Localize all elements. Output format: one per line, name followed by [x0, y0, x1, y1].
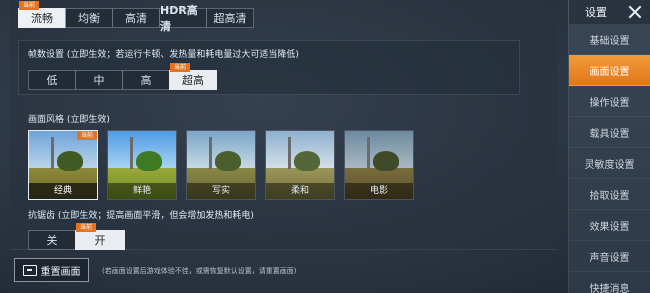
- tower-icon: [51, 137, 54, 169]
- sidebar-item-label: 快捷消息: [589, 283, 630, 293]
- quality-option-hd[interactable]: 高清: [112, 8, 160, 28]
- sidebar-item-label: 载具设置: [589, 128, 630, 140]
- sidebar-item-label: 效果设置: [589, 221, 630, 233]
- sidebar-item-controls[interactable]: 操作设置: [569, 86, 650, 117]
- style-thumb-label: 鲜艳: [108, 183, 176, 199]
- current-badge: 当前: [170, 63, 191, 72]
- style-thumb-label: 写实: [187, 183, 255, 199]
- sidebar-item-label: 声音设置: [589, 252, 630, 264]
- option-label: 高: [140, 74, 152, 87]
- style-thumbnails: 当前 经典 鲜艳 写实 柔和 电影: [28, 130, 423, 200]
- sidebar-item-graphics[interactable]: 画面设置: [569, 55, 650, 86]
- aa-option-off[interactable]: 关: [28, 230, 76, 250]
- option-label: 关: [46, 234, 58, 247]
- style-thumb-label: 经典: [29, 183, 97, 199]
- sidebar-item-label: 拾取设置: [589, 190, 630, 202]
- sidebar-item-label: 灵敏度设置: [584, 159, 635, 171]
- quality-option-smooth[interactable]: 当前 流畅: [18, 1, 66, 28]
- option-label: 超高清: [213, 12, 247, 25]
- current-badge: 当前: [77, 131, 97, 140]
- tree-icon: [136, 151, 162, 171]
- sidebar-item-pickup[interactable]: 拾取设置: [569, 179, 650, 210]
- reset-note: (若画面设置后游戏体验不佳，或需恢复默认设置，请重置画面): [102, 267, 297, 275]
- tower-icon: [130, 137, 133, 169]
- fps-option-medium[interactable]: 中: [75, 70, 123, 90]
- option-label: 低: [46, 74, 58, 87]
- fps-selector: 低 中 高 当前 超高: [28, 63, 217, 90]
- option-label: 均衡: [78, 12, 100, 25]
- sidebar-item-effects[interactable]: 效果设置: [569, 210, 650, 241]
- sidebar-item-label: 操作设置: [589, 97, 630, 109]
- style-thumb-cinema[interactable]: 电影: [344, 130, 414, 200]
- fps-label: 帧数设置 (立即生效；若运行卡顿、发热量和耗电量过大可适当降低): [28, 50, 299, 60]
- tree-icon: [57, 151, 83, 171]
- quality-option-hdr[interactable]: HDR高清: [159, 4, 207, 33]
- settings-sidebar: 设置 基础设置 画面设置 操作设置 载具设置 灵敏度设置 拾取设置 效果设置 声…: [568, 0, 650, 293]
- sidebar-item-label: 画面设置: [589, 66, 630, 78]
- sidebar-header: 设置: [569, 0, 650, 24]
- fps-option-high[interactable]: 高: [122, 70, 170, 90]
- tower-icon: [209, 137, 212, 169]
- option-label: 开: [94, 234, 106, 247]
- option-label: 超高: [182, 74, 204, 87]
- style-thumb-soft[interactable]: 柔和: [265, 130, 335, 200]
- style-thumb-realistic[interactable]: 写实: [186, 130, 256, 200]
- style-thumb-vivid[interactable]: 鲜艳: [107, 130, 177, 200]
- fps-option-low[interactable]: 低: [28, 70, 76, 90]
- current-badge: 当前: [76, 223, 97, 232]
- option-label: 流畅: [31, 12, 53, 25]
- tower-icon: [288, 137, 291, 169]
- quality-preset-selector: 当前 流畅 均衡 高清 HDR高清 超高清: [18, 1, 254, 33]
- option-label: 中: [93, 74, 105, 87]
- fps-option-ultra[interactable]: 当前 超高: [169, 63, 217, 90]
- tower-icon: [367, 137, 370, 169]
- quality-option-balanced[interactable]: 均衡: [65, 8, 113, 28]
- tree-icon: [373, 151, 399, 171]
- reset-button-label: 重置画面: [40, 266, 81, 278]
- tree-icon: [294, 151, 320, 171]
- option-label: HDR高清: [160, 4, 198, 33]
- sidebar-item-vehicle[interactable]: 载具设置: [569, 117, 650, 148]
- quality-option-ultra-hd[interactable]: 超高清: [206, 8, 254, 28]
- style-thumb-classic[interactable]: 当前 经典: [28, 130, 98, 200]
- reset-icon: [22, 264, 37, 276]
- close-icon[interactable]: [626, 3, 644, 21]
- sidebar-item-quick-messages[interactable]: 快捷消息: [569, 272, 650, 293]
- style-label: 画面风格 (立即生效): [28, 115, 110, 125]
- current-badge: 当前: [19, 1, 40, 10]
- aa-toggle: 关 当前 开: [28, 223, 125, 250]
- sidebar-title: 设置: [585, 6, 607, 19]
- sidebar-item-label: 基础设置: [589, 35, 630, 47]
- sidebar-item-basic[interactable]: 基础设置: [569, 24, 650, 55]
- aa-label: 抗锯齿 (立即生效；提高画面平滑，但会增加发热和耗电): [28, 211, 254, 221]
- sidebar-item-sensitivity[interactable]: 灵敏度设置: [569, 148, 650, 179]
- tree-icon: [215, 151, 241, 171]
- sidebar-item-audio[interactable]: 声音设置: [569, 241, 650, 272]
- reset-graphics-button[interactable]: 重置画面: [14, 258, 89, 282]
- style-thumb-label: 电影: [345, 183, 413, 199]
- aa-option-on[interactable]: 当前 开: [75, 223, 125, 250]
- style-thumb-label: 柔和: [266, 183, 334, 199]
- option-label: 高清: [125, 12, 147, 25]
